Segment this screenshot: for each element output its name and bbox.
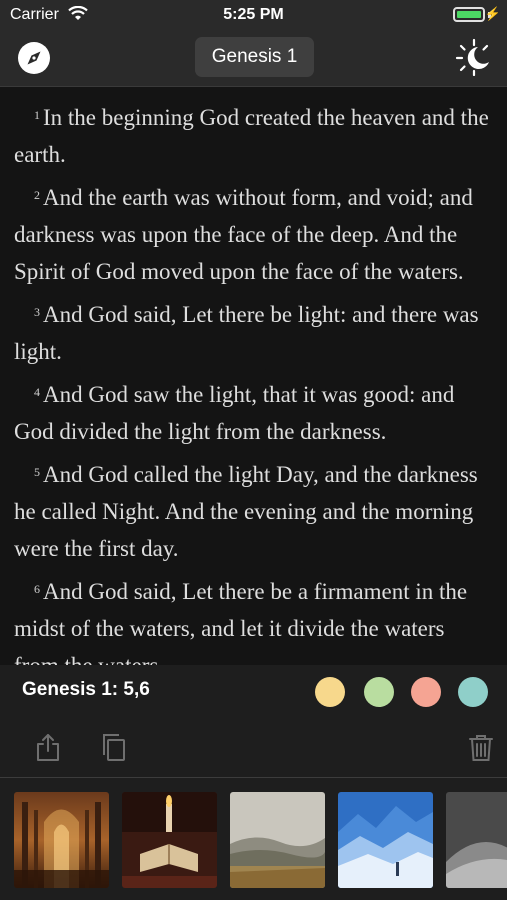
background-thumbnail-cathedral[interactable] <box>14 792 109 888</box>
verse-text: In the beginning God created the heaven … <box>14 105 489 167</box>
verse-text: And God called the light Day, and the da… <box>14 462 478 561</box>
background-thumbnail-bible-candle[interactable] <box>122 792 217 888</box>
verse[interactable]: 5 And God called the light Day, and the d… <box>14 454 493 567</box>
book-chapter-selector[interactable]: Genesis 1 <box>195 37 314 77</box>
scripture-reader[interactable]: 1 In the beginning God created the heaven… <box>0 87 507 665</box>
highlight-yellow-button[interactable] <box>315 677 345 707</box>
highlight-salmon-button[interactable] <box>411 677 441 707</box>
verse-text: And the earth was without form, and void… <box>14 185 473 284</box>
share-icon <box>37 734 59 761</box>
battery-icon <box>453 7 485 22</box>
verse-list: 1 In the beginning God created the heaven… <box>0 87 507 665</box>
selection-panel: Genesis 1: 5,6 <box>0 665 507 900</box>
highlight-green-button[interactable] <box>364 677 394 707</box>
sun-moon-icon <box>455 38 489 77</box>
highlight-teal-button[interactable] <box>458 677 488 707</box>
selected-reference: Genesis 1: 5,6 <box>22 679 150 700</box>
verse-number: 5 <box>34 465 40 479</box>
verse-number: 4 <box>34 385 40 399</box>
status-bar: Carrier 5:25 PM ⚡ <box>0 0 507 30</box>
compass-icon <box>18 42 50 74</box>
verse[interactable]: 4 And God saw the light, that it was good… <box>14 374 493 450</box>
copy-button[interactable] <box>99 732 129 762</box>
background-thumbnail-abstract[interactable] <box>446 792 507 888</box>
compass-button[interactable] <box>16 40 52 76</box>
verse[interactable]: 3 And God said, Let there be light: and t… <box>14 294 493 370</box>
battery-level <box>457 11 481 18</box>
trash-icon <box>469 735 493 761</box>
verse[interactable]: 2 And the earth was without form, and voi… <box>14 177 493 290</box>
charging-bolt-icon: ⚡ <box>484 6 501 21</box>
verse[interactable]: 1 In the beginning God created the heaven… <box>14 97 493 173</box>
theme-toggle-button[interactable] <box>455 38 493 77</box>
delete-button[interactable] <box>466 732 496 762</box>
verse-number: 6 <box>34 582 40 596</box>
share-button[interactable] <box>33 732 63 762</box>
verse-text: And God said, Let there be light: and th… <box>14 302 479 364</box>
clock: 5:25 PM <box>223 6 284 23</box>
copy-icon <box>103 734 125 761</box>
verse[interactable]: 6 And God said, Let there be a firmament … <box>14 571 493 665</box>
verse-number: 2 <box>34 188 40 202</box>
verse-number: 1 <box>34 108 40 122</box>
background-thumbnail-misty-landscape[interactable] <box>230 792 325 888</box>
verse-number: 3 <box>34 305 40 319</box>
background-thumbnail-snowy-mountains[interactable] <box>338 792 433 888</box>
panel-divider <box>0 777 507 778</box>
navigation-bar: Genesis 1 <box>0 30 507 87</box>
background-image-strip[interactable] <box>14 792 507 888</box>
verse-text: And God said, Let there be a firmament i… <box>14 579 468 665</box>
verse-text: And God saw the light, that it was good:… <box>14 382 455 444</box>
